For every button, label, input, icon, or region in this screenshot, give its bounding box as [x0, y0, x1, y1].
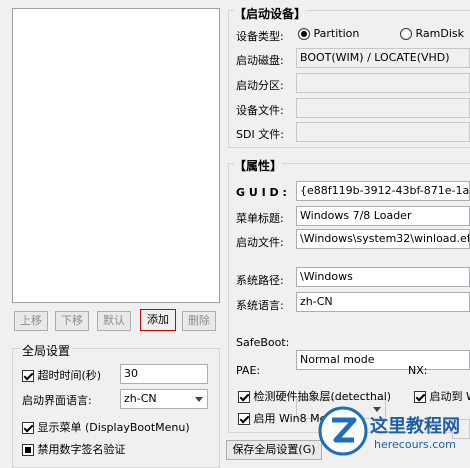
safeboot-select[interactable]: Normal mode: [296, 350, 470, 370]
timeout-input[interactable]: 30: [120, 364, 208, 384]
watermark-url: herecours.com: [374, 438, 456, 451]
ramdisk-radio-icon[interactable]: [400, 28, 412, 40]
add-button[interactable]: 添加: [140, 309, 176, 331]
system-path-label: 系统路径:: [236, 272, 284, 288]
disable-sig-label: 禁用数字签名验证: [38, 443, 126, 456]
timeout-check-icon[interactable]: [22, 370, 34, 382]
boot-disk-label: 启动磁盘:: [236, 52, 284, 68]
show-menu-check-icon[interactable]: [22, 422, 34, 434]
save-global-settings-button[interactable]: 保存全局设置(G): [226, 440, 322, 460]
device-type-label: 设备类型:: [236, 28, 284, 44]
partition-label: Partition: [314, 27, 360, 40]
device-file-field[interactable]: [296, 98, 470, 118]
entry-list[interactable]: [12, 8, 220, 303]
boot-file-label: 启动文件:: [236, 234, 284, 250]
guid-label: G U I D :: [236, 186, 287, 199]
boot-partition-field[interactable]: [296, 73, 470, 93]
disable-sig-check-icon[interactable]: [22, 444, 34, 456]
boot-to-check-icon[interactable]: [414, 391, 426, 403]
menu-title-label: 菜单标题:: [236, 210, 284, 226]
watermark-logo: 这里教程网 herecours.com: [318, 406, 470, 456]
partition-radio-icon[interactable]: [298, 28, 310, 40]
properties-title: 【属性】: [234, 157, 282, 174]
delete-button[interactable]: 删除: [182, 311, 216, 331]
show-menu-checkbox[interactable]: 显示菜单 (DisplayBootMenu): [22, 419, 190, 435]
boot-device-title: 【启动设备】: [234, 5, 306, 22]
partition-radio[interactable]: Partition: [298, 27, 359, 40]
default-button[interactable]: 默认: [97, 311, 131, 331]
boot-ui-lang-value: zh-CN: [124, 392, 157, 405]
disable-sig-checkbox[interactable]: 禁用数字签名验证: [22, 441, 126, 457]
win8-menu-check-icon[interactable]: [238, 413, 250, 425]
menu-title-field[interactable]: Windows 7/8 Loader: [296, 206, 470, 226]
detect-hal-label: 检测硬件抽象层(detecthal): [254, 390, 392, 403]
move-up-button[interactable]: 上移: [14, 311, 48, 331]
watermark-name: 这里教程网: [370, 412, 460, 438]
win8-menu-checkbox[interactable]: 启用 Win8 Met: [238, 410, 331, 426]
move-down-button[interactable]: 下移: [55, 311, 89, 331]
ramdisk-label: RamDisk: [416, 27, 465, 40]
timeout-label: 超时时间(秒): [38, 369, 102, 382]
timeout-checkbox[interactable]: 超时时间(秒): [22, 367, 101, 383]
boot-partition-label: 启动分区:: [236, 77, 284, 93]
sdi-file-field[interactable]: [296, 122, 470, 142]
boot-ui-lang-label: 启动界面语言:: [22, 392, 92, 408]
global-settings-title: 全局设置: [20, 342, 72, 359]
nx-label: NX:: [408, 364, 427, 377]
boot-disk-field[interactable]: BOOT(WIM) / LOCATE(VHD): [296, 48, 470, 68]
show-menu-label: 显示菜单 (DisplayBootMenu): [38, 421, 190, 434]
device-file-label: 设备文件:: [236, 102, 284, 118]
chevron-down-icon: [195, 397, 203, 402]
z-logo-icon: [318, 406, 368, 456]
sdi-file-label: SDI 文件:: [236, 126, 284, 142]
boot-file-field[interactable]: \Windows\system32\winload.efi: [296, 229, 470, 249]
safeboot-value: Normal mode: [300, 353, 375, 366]
boot-to-checkbox[interactable]: 启动到 W: [414, 388, 470, 404]
boot-ui-lang-select[interactable]: zh-CN: [120, 389, 208, 409]
safeboot-label: SafeBoot:: [236, 336, 289, 349]
system-path-field[interactable]: \Windows: [296, 267, 470, 287]
system-lang-label: 系统语言:: [236, 297, 284, 313]
ramdisk-radio[interactable]: RamDisk: [400, 27, 464, 40]
guid-field[interactable]: {e88f119b-3912-43bf-871e-1a58a5: [296, 181, 470, 201]
detect-hal-checkbox[interactable]: 检测硬件抽象层(detecthal): [238, 388, 391, 404]
detect-hal-check-icon[interactable]: [238, 391, 250, 403]
boot-to-label: 启动到 W: [430, 390, 470, 403]
system-lang-field[interactable]: zh-CN: [296, 292, 470, 312]
pae-label: PAE:: [236, 364, 260, 377]
